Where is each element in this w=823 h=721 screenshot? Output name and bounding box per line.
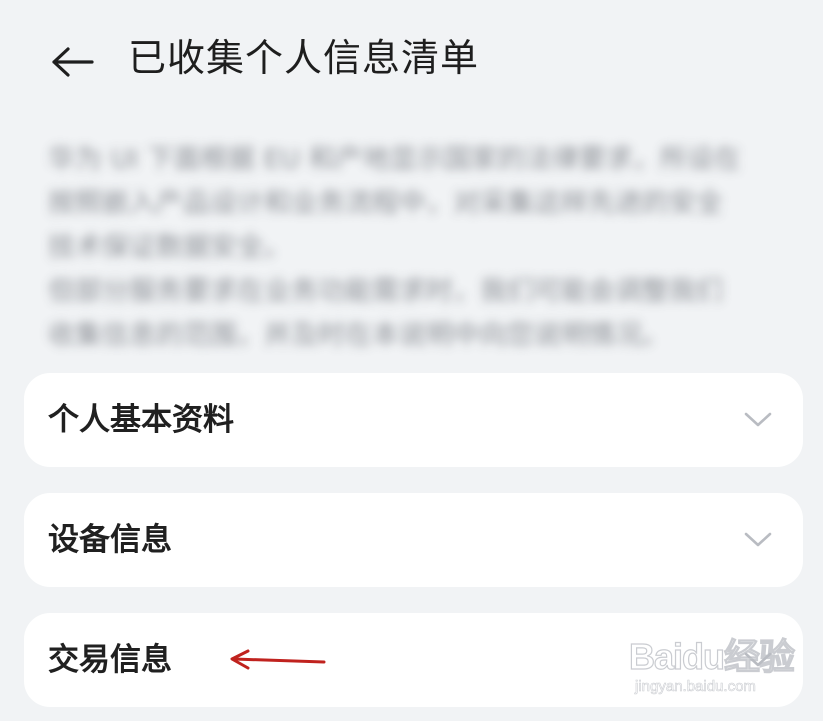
section-personal-basic-info[interactable]: 个人基本资料 [24, 373, 803, 467]
section-label: 交易信息 [48, 642, 172, 678]
description-text: 华为 UI 下面根据 EU 和产地显示国家的法律要求，所设在 按照嵌入产品设计和… [48, 138, 778, 358]
red-arrow-annotation [230, 649, 326, 670]
page-title: 已收集个人信息清单 [128, 36, 480, 80]
chevron-down-icon [744, 532, 772, 547]
chevron-down-icon [744, 412, 772, 427]
description-line: 按照嵌入产品设计和业务流程中，对采集这样先进的安全 [48, 188, 723, 219]
description-line: 技术保证数据安全。 [48, 232, 291, 263]
section-label: 个人基本资料 [48, 402, 234, 438]
description-line: 但部分服务要求在业务功能需求时，我们可能会调整我们 [48, 276, 723, 307]
arrow-left-icon [52, 47, 94, 77]
section-device-info[interactable]: 设备信息 [24, 493, 803, 587]
watermark-url: jingyan.baidu.com [635, 678, 757, 696]
description-line: 收集信息的范围，并及时在本说明中向您说明情况。 [48, 320, 669, 351]
section-label: 设备信息 [48, 522, 172, 558]
back-button[interactable] [44, 34, 100, 90]
description-line: 华为 UI 下面根据 EU 和产地显示国家的法律要求，所设在 [48, 144, 741, 175]
baidu-watermark: Baidu经验 jingyan.baidu.com [628, 628, 795, 704]
watermark-logo: Baidu经验 [628, 635, 795, 677]
header-bar: 已收集个人信息清单 [0, 0, 823, 120]
